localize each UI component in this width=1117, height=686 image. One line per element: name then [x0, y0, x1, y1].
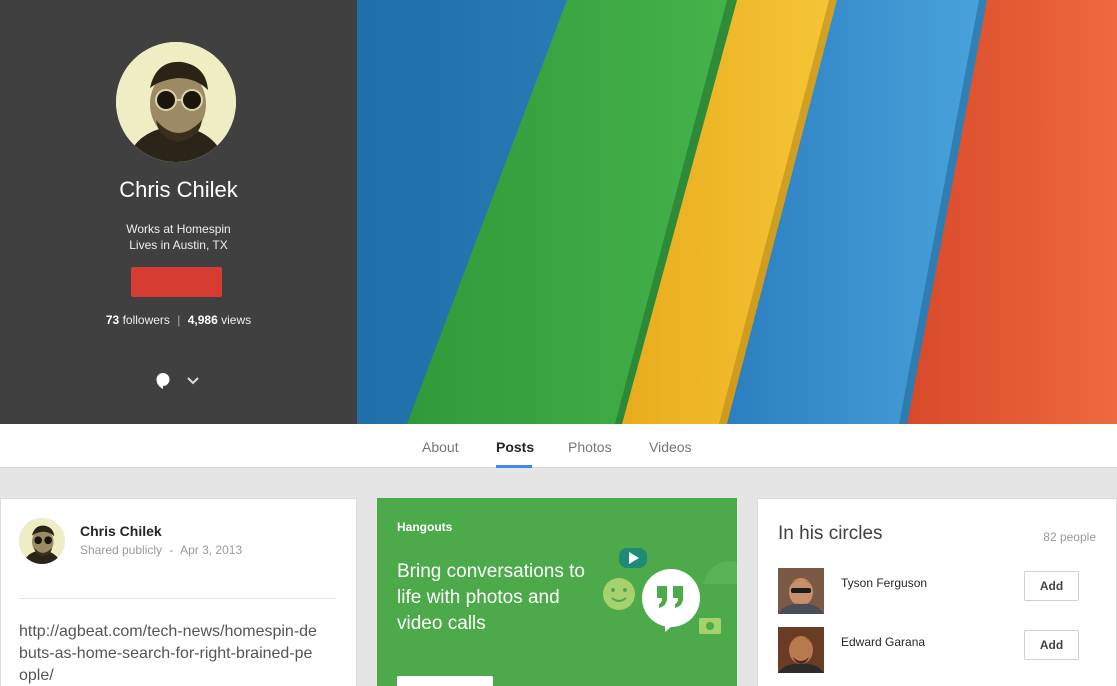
chevron-down-icon[interactable] [187, 377, 199, 385]
followers-label: followers [122, 313, 170, 327]
profile-avatar[interactable] [116, 42, 236, 162]
profile-panel: Chris Chilek Works at Homespin Lives in … [0, 0, 357, 424]
person-name[interactable]: Edward Garana [841, 635, 925, 649]
circles-card: In his circles 82 people Tyson Ferguson … [757, 498, 1117, 686]
list-item: Tyson Ferguson Add [778, 568, 1098, 614]
views-count: 4,986 [187, 313, 218, 327]
post-divider [19, 598, 336, 599]
smiley-icon [603, 578, 635, 610]
post-author-name[interactable]: Chris Chilek [80, 523, 162, 539]
play-icon [619, 548, 647, 568]
hangouts-headline: Bring conversations to life with photos … [397, 561, 585, 634]
post-author-avatar[interactable] [19, 518, 65, 564]
post-card: Chris Chilek Shared publicly - Apr 3, 20… [0, 498, 357, 686]
views-label: views [221, 313, 252, 327]
camera-icon [699, 618, 721, 634]
cover-photo [357, 0, 1117, 424]
tab-videos[interactable]: Videos [649, 439, 692, 455]
post-meta-separator: - [169, 543, 174, 557]
profile-header: Chris Chilek Works at Homespin Lives in … [0, 0, 1117, 424]
followers-count: 73 [105, 313, 120, 327]
hangouts-promo-card: Hangouts Bring conversations to life wit… [377, 498, 737, 686]
post-visibility[interactable]: Shared publicly [80, 543, 162, 557]
tab-photos[interactable]: Photos [568, 439, 612, 455]
person-avatar[interactable] [778, 568, 824, 614]
list-item: Edward Garana Add [778, 627, 1098, 673]
profile-location: Lives in Austin, TX [129, 238, 228, 252]
tab-posts[interactable]: Posts [496, 439, 534, 455]
hangouts-label: Hangouts [397, 520, 453, 534]
person-name[interactable]: Tyson Ferguson [841, 576, 927, 590]
circles-title: In his circles [778, 523, 883, 544]
hangouts-illustration [599, 544, 737, 649]
hangouts-icon[interactable] [155, 372, 171, 390]
person-avatar[interactable] [778, 627, 824, 673]
follow-button[interactable] [131, 267, 222, 297]
profile-actions [155, 372, 199, 390]
tab-about[interactable]: About [422, 439, 459, 455]
stats-separator: | [177, 313, 181, 327]
circles-count[interactable]: 82 people [1043, 530, 1096, 544]
post-date[interactable]: Apr 3, 2013 [180, 543, 242, 557]
profile-details: Works at Homespin Lives in Austin, TX [0, 221, 357, 253]
post-meta: Shared publicly - Apr 3, 2013 [80, 543, 242, 557]
active-tab-indicator [496, 465, 532, 468]
add-person-button[interactable]: Add [1024, 571, 1079, 601]
profile-tabs: About Posts Photos Videos [0, 424, 1117, 468]
profile-name: Chris Chilek [119, 177, 238, 202]
post-link-text[interactable]: http://agbeat.com/tech-news/homespin-deb… [19, 621, 319, 686]
quote-bubble-icon [642, 569, 700, 632]
profile-stats: 73 followers | 4,986 views [0, 313, 357, 327]
add-person-button[interactable]: Add [1024, 630, 1079, 660]
hangouts-cta-button[interactable] [397, 676, 493, 686]
profile-work: Works at Homespin [126, 222, 231, 236]
